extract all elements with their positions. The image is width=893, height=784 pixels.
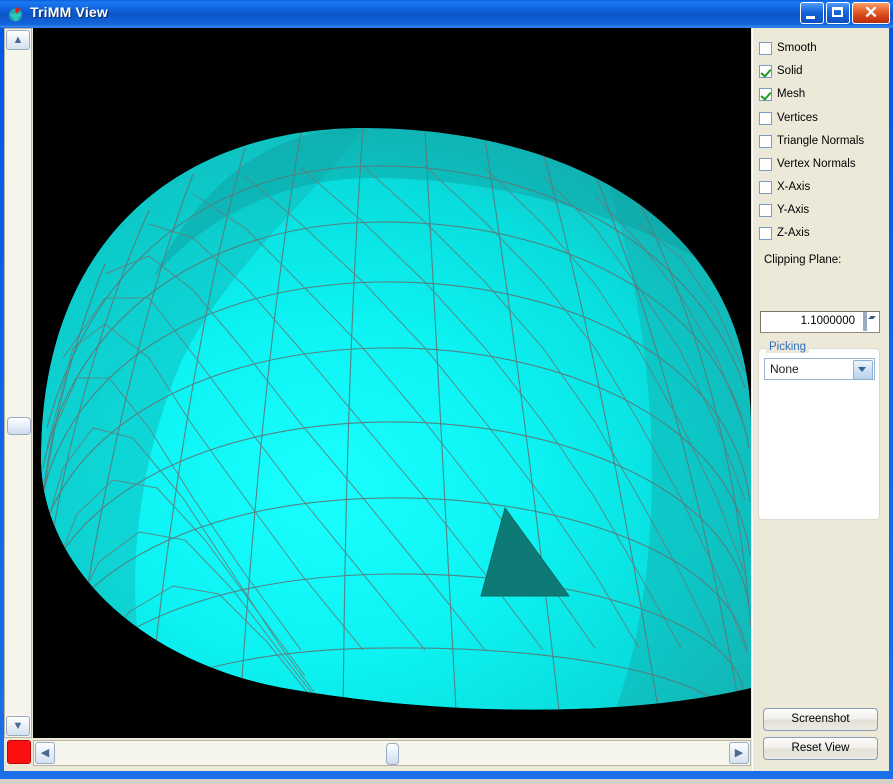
horizontal-scroll-thumb[interactable] xyxy=(386,743,399,765)
triangle-down-icon xyxy=(870,315,876,319)
checkbox-box-vertices[interactable] xyxy=(759,111,772,125)
spinner-buttons xyxy=(863,312,878,331)
checkbox-box-z-axis[interactable] xyxy=(759,226,772,240)
scroll-down-button[interactable]: ▼ xyxy=(6,716,30,736)
checkbox-label-y-axis: Y-Axis xyxy=(777,204,810,216)
checkbox-box-mesh[interactable] xyxy=(759,87,772,101)
checkbox-label-x-axis: X-Axis xyxy=(777,181,811,193)
scroll-up-button[interactable]: ▲ xyxy=(6,30,30,50)
maximize-button[interactable] xyxy=(826,2,850,24)
minimize-button[interactable] xyxy=(800,2,824,24)
checkbox-mesh[interactable]: Mesh xyxy=(759,84,805,104)
picking-groupbox: Picking None xyxy=(758,341,880,520)
mesh-render xyxy=(33,28,751,738)
checkbox-label-smooth: Smooth xyxy=(777,42,817,54)
window-controls: ✕ xyxy=(798,2,890,26)
checkbox-label-vertex-normals: Vertex Normals xyxy=(777,158,856,170)
chevron-down-icon: ▼ xyxy=(12,720,24,732)
checkbox-smooth[interactable]: Smooth xyxy=(759,38,817,58)
vertical-scrollbar[interactable]: ▲ ▼ xyxy=(4,28,32,738)
close-button[interactable]: ✕ xyxy=(852,2,890,24)
corner-status-indicator xyxy=(7,740,31,764)
picking-legend: Picking xyxy=(766,341,810,353)
control-panel: Smooth Solid Mesh Vertices Triangle Norm… xyxy=(752,28,889,771)
clipping-plane-label: Clipping Plane: xyxy=(764,254,842,266)
picking-selected-value: None xyxy=(770,362,799,376)
checkbox-vertex-normals[interactable]: Vertex Normals xyxy=(759,154,856,174)
chevron-left-icon: ◀ xyxy=(40,747,50,759)
checkbox-box-solid[interactable] xyxy=(759,64,772,78)
chevron-down-icon xyxy=(858,367,866,372)
checkbox-x-axis[interactable]: X-Axis xyxy=(759,177,810,197)
clipping-plane-value: 1.1000000 xyxy=(800,315,855,327)
chevron-up-icon: ▲ xyxy=(12,34,24,46)
checkbox-z-axis[interactable]: Z-Axis xyxy=(759,223,810,243)
checkbox-label-triangle-normals: Triangle Normals xyxy=(777,135,865,147)
maximize-icon xyxy=(832,7,843,17)
window-titlebar[interactable]: TriMM View ✕ xyxy=(0,0,893,28)
checkbox-box-triangle-normals[interactable] xyxy=(759,134,772,148)
spinner-down-button[interactable] xyxy=(865,312,876,331)
vertical-scroll-thumb[interactable] xyxy=(7,417,31,435)
3d-viewport[interactable] xyxy=(33,28,751,738)
screenshot-button[interactable]: Screenshot xyxy=(763,708,878,731)
picking-dropdown[interactable]: None xyxy=(764,358,875,380)
checkbox-label-vertices: Vertices xyxy=(777,112,818,124)
checkbox-box-x-axis[interactable] xyxy=(759,180,772,194)
scroll-left-button[interactable]: ◀ xyxy=(35,742,55,764)
trimm-view-window: TriMM View ✕ ▲ ▼ ◀ ▶ Smooth Solid Mesh V… xyxy=(0,0,893,779)
checkbox-triangle-normals[interactable]: Triangle Normals xyxy=(759,131,864,151)
panel-divider xyxy=(752,28,753,771)
trimm-app-icon xyxy=(9,7,22,22)
checkbox-label-solid: Solid xyxy=(777,65,803,77)
close-icon: ✕ xyxy=(863,3,879,22)
checkbox-vertices[interactable]: Vertices xyxy=(759,108,818,128)
minimize-icon xyxy=(806,16,815,19)
chevron-right-icon: ▶ xyxy=(734,747,744,759)
checkbox-box-y-axis[interactable] xyxy=(759,203,772,217)
checkbox-label-z-axis: Z-Axis xyxy=(777,227,810,239)
dropdown-toggle-button[interactable] xyxy=(853,360,873,380)
window-client-area: ▲ ▼ ◀ ▶ Smooth Solid Mesh Vertices Trian… xyxy=(4,28,889,771)
window-title: TriMM View xyxy=(30,4,108,20)
application-root: TriMM View ✕ ▲ ▼ ◀ ▶ Smooth Solid Mesh V… xyxy=(0,0,893,784)
checkbox-label-mesh: Mesh xyxy=(777,88,806,100)
scroll-right-button[interactable]: ▶ xyxy=(729,742,749,764)
horizontal-scrollbar[interactable]: ◀ ▶ xyxy=(33,740,751,766)
checkbox-box-vertex-normals[interactable] xyxy=(759,157,772,171)
checkbox-y-axis[interactable]: Y-Axis xyxy=(759,200,809,220)
clipping-plane-spinner[interactable]: 1.1000000 xyxy=(760,311,880,333)
checkbox-solid[interactable]: Solid xyxy=(759,61,803,81)
reset-view-button[interactable]: Reset View xyxy=(763,737,878,760)
checkbox-box-smooth[interactable] xyxy=(759,41,772,55)
